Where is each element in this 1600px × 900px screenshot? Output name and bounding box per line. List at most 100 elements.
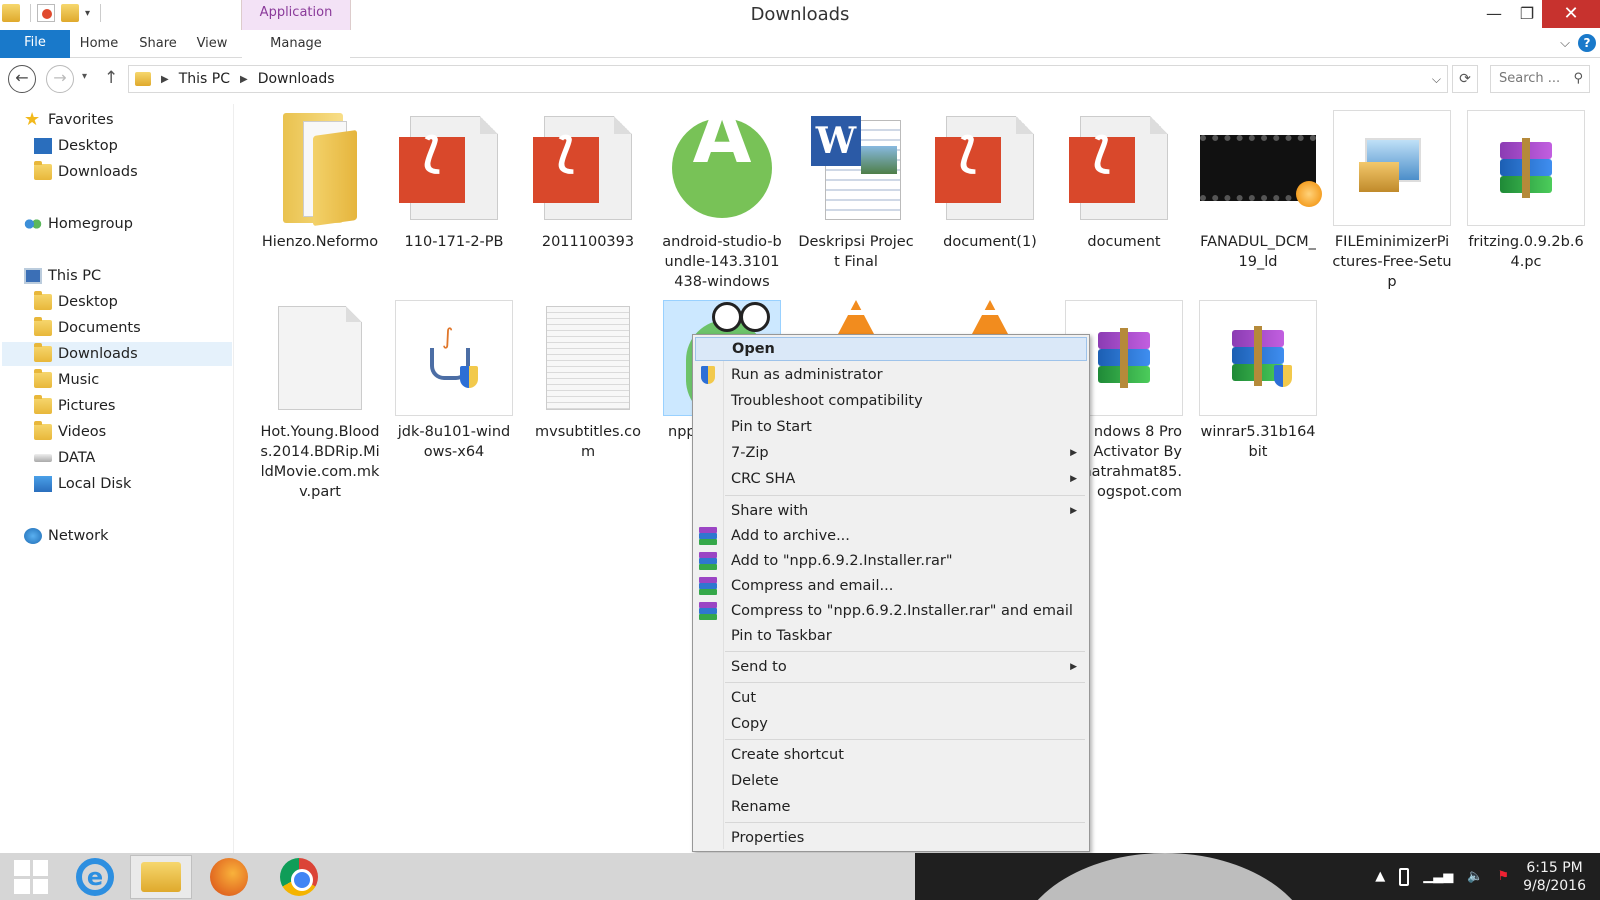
battery-icon[interactable]: [1399, 867, 1410, 886]
menu-item-pin-to-start[interactable]: Pin to Start: [695, 415, 1087, 439]
breadcrumb-separator-icon[interactable]: ▶: [161, 74, 169, 85]
menu-item-open[interactable]: Open: [695, 337, 1087, 361]
back-button[interactable]: ←: [8, 65, 36, 93]
show-hidden-icons-icon[interactable]: ▲: [1375, 869, 1385, 884]
menu-item-send-to[interactable]: Send to ▶: [695, 655, 1087, 679]
tab-share[interactable]: Share: [134, 30, 182, 58]
file-name: document: [1087, 234, 1161, 250]
minimize-button[interactable]: —: [1477, 0, 1511, 28]
pictures-folder-icon: [34, 395, 52, 414]
refresh-button[interactable]: ⟳: [1452, 65, 1478, 93]
menu-item-add-to-archive[interactable]: Add to archive...: [695, 524, 1087, 548]
clock[interactable]: 6:15 PM 9/8/2016: [1523, 859, 1586, 895]
sidebar-item-favorites[interactable]: ★ Favorites: [24, 108, 114, 132]
menu-item-run-as-administrator[interactable]: Run as administrator: [695, 363, 1087, 387]
start-button[interactable]: [0, 855, 62, 899]
sidebar-item-pictures[interactable]: Pictures: [34, 394, 115, 418]
network-signal-icon[interactable]: ▁▃▅: [1423, 869, 1453, 884]
up-button[interactable]: ↑: [104, 68, 118, 88]
file-item[interactable]: ∫ jdk-8u101-windows-x64: [392, 300, 516, 462]
file-item[interactable]: Hot.Young.Bloods.2014.BDRip.MildMovie.co…: [258, 300, 382, 502]
clock-date: 9/8/2016: [1523, 877, 1586, 894]
file-item[interactable]: 110-171-2-PB: [392, 110, 516, 252]
sidebar-item-downloads[interactable]: Downloads: [2, 342, 232, 366]
file-item[interactable]: android-studio-bundle-143.3101438-window…: [660, 110, 784, 292]
volume-icon[interactable]: 🔈: [1467, 869, 1483, 884]
new-folder-icon[interactable]: [61, 4, 79, 22]
qat-dropdown-icon[interactable]: ▾: [85, 8, 90, 19]
explorer-icon[interactable]: [2, 4, 20, 22]
file-name: fritzing.0.9.2b.64.pc: [1468, 234, 1584, 270]
file-name: document(1): [943, 234, 1037, 250]
search-input[interactable]: Search ... ⚲: [1490, 65, 1590, 93]
menu-item-compress-to-rar-and-email[interactable]: Compress to "npp.6.9.2.Installer.rar" an…: [695, 599, 1087, 623]
file-item[interactable]: W Deskripsi Project Final: [794, 110, 918, 272]
file-item[interactable]: 2011100393: [526, 110, 650, 252]
menu-item-share-with[interactable]: Share with ▶: [695, 499, 1087, 523]
tab-file[interactable]: File: [0, 30, 70, 58]
tab-manage[interactable]: Manage: [242, 30, 350, 58]
file-item[interactable]: document: [1062, 110, 1186, 252]
menu-item-copy[interactable]: Copy: [695, 712, 1087, 736]
uac-shield-icon: [699, 366, 717, 384]
file-name: mvsubtitles.com: [534, 424, 641, 460]
taskbar-file-explorer[interactable]: [130, 855, 192, 899]
menu-item-compress-and-email[interactable]: Compress and email...: [695, 574, 1087, 598]
sidebar-item-videos[interactable]: Videos: [34, 420, 106, 444]
taskbar-firefox[interactable]: [198, 855, 260, 899]
file-item[interactable]: FANADUL_DCM_19_ld: [1196, 110, 1322, 272]
context-menu: Open Run as administrator Troubleshoot c…: [692, 334, 1090, 852]
file-item[interactable]: Hienzo.Neformo: [258, 110, 382, 252]
taskbar-internet-explorer[interactable]: e: [64, 855, 126, 899]
downloads-folder-icon: [34, 161, 52, 180]
sidebar-item-network[interactable]: Network: [24, 524, 109, 548]
file-item[interactable]: mvsubtitles.com: [526, 300, 650, 462]
menu-item-7zip[interactable]: 7-Zip ▶: [695, 441, 1087, 465]
file-item[interactable]: document(1): [928, 110, 1052, 252]
address-dropdown-icon[interactable]: ⌵: [1432, 72, 1441, 87]
taskbar: e ▲ ▁▃▅ 🔈 ⚑ 6:15 PM 9/8/2016: [0, 853, 1600, 900]
properties-icon[interactable]: [37, 4, 55, 22]
breadcrumb-downloads[interactable]: Downloads: [258, 71, 335, 87]
text-file-icon: [529, 300, 647, 416]
breadcrumb-separator-icon-2[interactable]: ▶: [240, 74, 248, 85]
forward-button[interactable]: →: [46, 65, 74, 93]
menu-item-add-to-rar[interactable]: Add to "npp.6.9.2.Installer.rar": [695, 549, 1087, 573]
sidebar-item-this-pc[interactable]: This PC: [24, 264, 101, 288]
breadcrumb-this-pc[interactable]: This PC: [179, 71, 230, 87]
chrome-icon: [280, 858, 318, 896]
menu-item-cut[interactable]: Cut: [695, 686, 1087, 710]
submenu-arrow-icon: ▶: [1070, 506, 1077, 516]
menu-item-rename[interactable]: Rename: [695, 795, 1087, 819]
menu-item-troubleshoot[interactable]: Troubleshoot compatibility: [695, 389, 1087, 413]
file-item[interactable]: FILEminimizerPictures-Free-Setup: [1330, 110, 1454, 292]
sidebar-item-data[interactable]: DATA: [34, 446, 95, 470]
sidebar-item-music[interactable]: Music: [34, 368, 99, 392]
taskbar-chrome[interactable]: [268, 855, 330, 899]
menu-item-properties[interactable]: Properties: [695, 826, 1087, 850]
tab-home[interactable]: Home: [76, 30, 122, 58]
file-item[interactable]: winrar5.31b164bit: [1196, 300, 1320, 462]
sidebar-item-local-disk[interactable]: Local Disk: [34, 472, 131, 496]
ribbon-expand-icon[interactable]: ⌵: [1560, 36, 1570, 51]
sidebar-item-desktop[interactable]: Desktop: [34, 290, 118, 314]
address-bar[interactable]: ▶ This PC ▶ Downloads ⌵: [128, 65, 1448, 93]
sidebar-item-downloads-fav[interactable]: Downloads: [34, 160, 138, 184]
tab-view[interactable]: View: [192, 30, 232, 58]
sidebar-item-desktop-fav[interactable]: Desktop: [34, 134, 118, 158]
menu-item-create-shortcut[interactable]: Create shortcut: [695, 743, 1087, 767]
menu-item-delete[interactable]: Delete: [695, 769, 1087, 793]
menu-item-pin-to-taskbar[interactable]: Pin to Taskbar: [695, 624, 1087, 648]
menu-item-crc-sha[interactable]: CRC SHA ▶: [695, 467, 1087, 491]
close-button[interactable]: ✕: [1542, 0, 1600, 28]
recent-locations-icon[interactable]: ▾: [82, 71, 87, 82]
action-center-flag-icon[interactable]: ⚑: [1497, 869, 1509, 884]
maximize-button[interactable]: ❐: [1510, 0, 1544, 28]
desktop-folder-icon: [34, 291, 52, 310]
sidebar-item-homegroup[interactable]: Homegroup: [24, 212, 133, 236]
sidebar-item-documents[interactable]: Documents: [34, 316, 141, 340]
videos-folder-icon: [34, 421, 52, 440]
file-item[interactable]: fritzing.0.9.2b.64.pc: [1464, 110, 1588, 272]
sidebar-label: Desktop: [58, 294, 118, 310]
help-icon[interactable]: ?: [1578, 34, 1596, 52]
